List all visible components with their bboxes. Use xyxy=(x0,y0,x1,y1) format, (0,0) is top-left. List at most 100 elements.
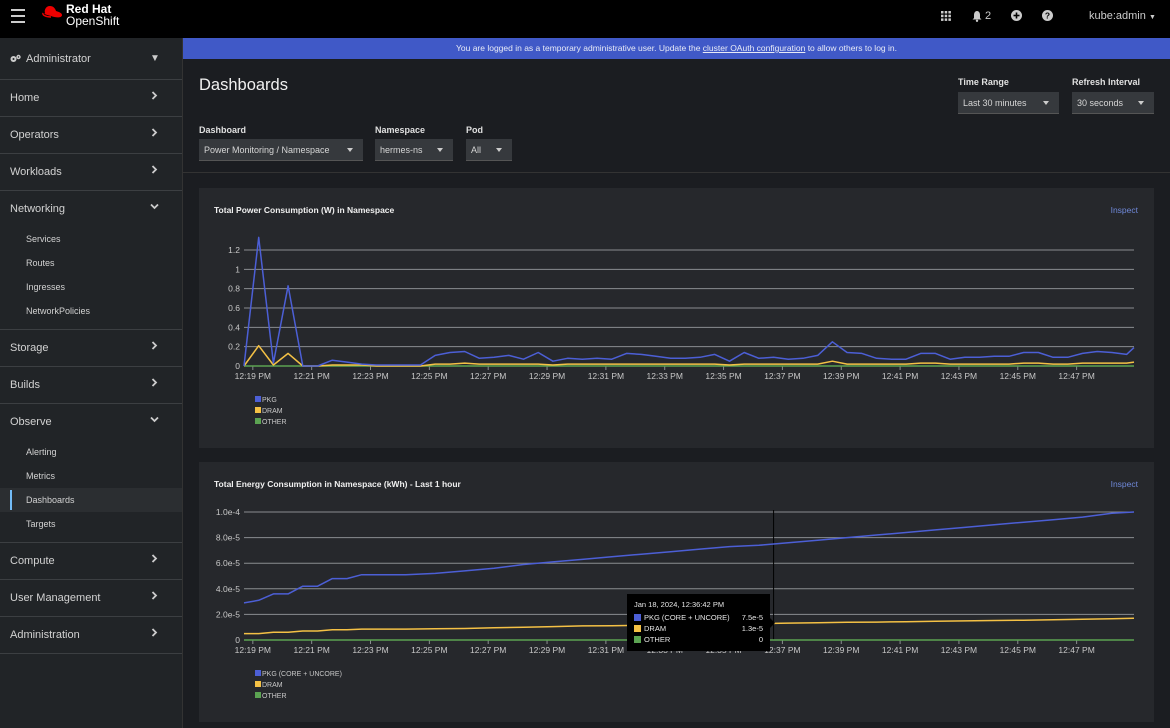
chart-tooltip: Jan 18, 2024, 12:36:42 PM PKG (CORE + UN… xyxy=(627,594,775,651)
sidebar-item-storage[interactable]: Storage xyxy=(0,330,182,366)
app-launcher-icon[interactable] xyxy=(941,10,951,24)
card-title: Total Power Consumption (W) in Namespace xyxy=(214,205,395,215)
legend-swatch xyxy=(634,625,641,632)
tooltip-series-label: PKG (CORE + UNCORE) xyxy=(644,613,730,622)
sidebar-item-label: Networking xyxy=(10,203,66,215)
perspective-switcher[interactable]: Administrator ▼ xyxy=(0,38,182,80)
sidebar-subitem-routes[interactable]: Routes xyxy=(0,251,182,275)
masthead: Red Hat OpenShift 2 ? kube:admin ▼ xyxy=(0,0,1170,38)
sidebar-item-label: Administration xyxy=(10,629,80,641)
chevron-right-icon xyxy=(150,591,160,603)
caret-down-icon xyxy=(1043,101,1049,105)
card-title: Total Energy Consumption in Namespace (k… xyxy=(214,479,461,489)
perspective-label: Administrator xyxy=(26,52,91,65)
user-name: kube:admin xyxy=(1089,10,1146,22)
pod-value: All xyxy=(471,144,482,155)
tooltip-row: PKG (CORE + UNCORE) 7.5e-5 xyxy=(634,612,763,623)
sidebar-item-label: Home xyxy=(10,92,40,104)
page-title: Dashboards xyxy=(199,76,288,94)
chevron-right-icon xyxy=(150,165,160,177)
sidebar-item-home[interactable]: Home xyxy=(0,80,182,116)
tooltip-title: Jan 18, 2024, 12:36:42 PM xyxy=(634,600,725,609)
time-range-value: Last 30 minutes xyxy=(963,97,1027,108)
redhat-logo-icon xyxy=(42,6,62,18)
sidebar-section-workloads: Workloads xyxy=(0,154,182,191)
temporary-admin-banner: You are logged in as a temporary adminis… xyxy=(183,38,1170,59)
sidebar-section-networking: Networking Services Routes Ingresses Network… xyxy=(0,191,182,330)
logo[interactable]: Red Hat OpenShift xyxy=(41,3,119,27)
chevron-right-icon xyxy=(150,91,160,103)
tooltip-row: OTHER 0 xyxy=(634,634,763,645)
dashboard-dropdown[interactable]: Power Monitoring / Namespace xyxy=(199,139,363,161)
sidebar-item-operators[interactable]: Operators xyxy=(0,117,182,153)
sidebar-item-compute[interactable]: Compute xyxy=(0,543,182,579)
sidebar-item-label: Storage xyxy=(10,342,49,354)
pod-label: Pod xyxy=(466,125,483,135)
tooltip-series-value: 0 xyxy=(758,635,763,644)
chevron-right-icon xyxy=(150,378,160,390)
sidebar-subitem-metrics[interactable]: Metrics xyxy=(0,464,182,488)
chevron-right-icon xyxy=(150,128,160,140)
sidebar-item-builds[interactable]: Builds xyxy=(0,367,182,403)
cogs-icon xyxy=(10,54,21,62)
sidebar-item-workloads[interactable]: Workloads xyxy=(0,154,182,190)
banner-text-after: to allow others to log in. xyxy=(805,43,897,53)
chevron-right-icon xyxy=(150,554,160,566)
cluster-oauth-link[interactable]: cluster OAuth configuration xyxy=(703,43,806,53)
chevron-down-icon xyxy=(150,202,160,214)
time-range-label: Time Range xyxy=(958,77,1009,87)
sidebar-item-networking[interactable]: Networking xyxy=(0,191,182,227)
inspect-link[interactable]: Inspect xyxy=(1111,479,1138,489)
sidebar-section-home: Home xyxy=(0,80,182,117)
pod-dropdown[interactable]: All xyxy=(466,139,512,161)
chevron-right-icon xyxy=(150,341,160,353)
sidebar-item-observe[interactable]: Observe xyxy=(0,404,182,440)
sidebar-subitem-services[interactable]: Services xyxy=(0,227,182,251)
time-range-dropdown[interactable]: Last 30 minutes xyxy=(958,92,1059,114)
legend-swatch xyxy=(634,614,641,621)
sidebar-item-label: Operators xyxy=(10,129,59,141)
sidebar-section-storage: Storage xyxy=(0,330,182,367)
banner-text-before: You are logged in as a temporary adminis… xyxy=(455,43,703,53)
sidebar-item-administration[interactable]: Administration xyxy=(0,617,182,653)
help-icon[interactable]: ? xyxy=(1042,10,1053,24)
plus-circle-icon[interactable] xyxy=(1011,10,1022,24)
caret-down-icon: ▼ xyxy=(1148,14,1156,21)
sidebar-subitem-targets[interactable]: Targets xyxy=(0,512,182,536)
sidebar-section-administration: Administration xyxy=(0,617,182,654)
namespace-label: Namespace xyxy=(375,125,426,135)
menu-icon[interactable] xyxy=(11,9,25,23)
namespace-dropdown[interactable]: hermes-ns xyxy=(375,139,453,161)
page-header: Dashboards Time Range Last 30 minutes Re… xyxy=(183,59,1170,173)
caret-down-icon xyxy=(347,148,353,152)
notifications-count: 2 xyxy=(985,10,992,22)
power-consumption-card: Total Power Consumption (W) in Namespace… xyxy=(199,188,1154,448)
user-menu[interactable]: kube:admin ▼ xyxy=(1089,10,1156,22)
caret-down-icon xyxy=(437,148,443,152)
dashboard-label: Dashboard xyxy=(199,125,247,135)
sidebar-section-compute: Compute xyxy=(0,543,182,580)
notifications-button[interactable]: 2 xyxy=(972,10,991,22)
sidebar-subitem-alerting[interactable]: Alerting xyxy=(0,440,182,464)
caret-down-icon xyxy=(496,148,502,152)
sidebar-section-builds: Builds xyxy=(0,367,182,404)
tooltip-series-value: 1.3e-5 xyxy=(741,624,763,633)
sidebar-item-user-management[interactable]: User Management xyxy=(0,580,182,616)
dashboard-value: Power Monitoring / Namespace xyxy=(204,144,330,155)
sidebar-section-operators: Operators xyxy=(0,117,182,154)
sidebar-item-label: Workloads xyxy=(10,166,62,178)
bell-icon xyxy=(972,10,982,22)
svg-text:?: ? xyxy=(1045,11,1050,21)
namespace-value: hermes-ns xyxy=(380,144,423,155)
sidebar-subitem-ingresses[interactable]: Ingresses xyxy=(0,275,182,299)
sidebar-subitem-dashboards[interactable]: Dashboards xyxy=(0,488,182,512)
tooltip-row: DRAM 1.3e-5 xyxy=(634,623,763,634)
tooltip-series-value: 7.5e-5 xyxy=(741,613,763,622)
sidebar-subitem-networkpolicies[interactable]: NetworkPolicies xyxy=(0,299,182,323)
caret-down-icon: ▼ xyxy=(150,53,160,64)
inspect-link[interactable]: Inspect xyxy=(1111,205,1138,215)
tooltip-series-label: DRAM xyxy=(644,624,667,633)
sidebar-section-observe: Observe Alerting Metrics Dashboards Targets xyxy=(0,404,182,543)
refresh-interval-dropdown[interactable]: 30 seconds xyxy=(1072,92,1154,114)
energy-consumption-card: Total Energy Consumption in Namespace (k… xyxy=(199,462,1154,722)
